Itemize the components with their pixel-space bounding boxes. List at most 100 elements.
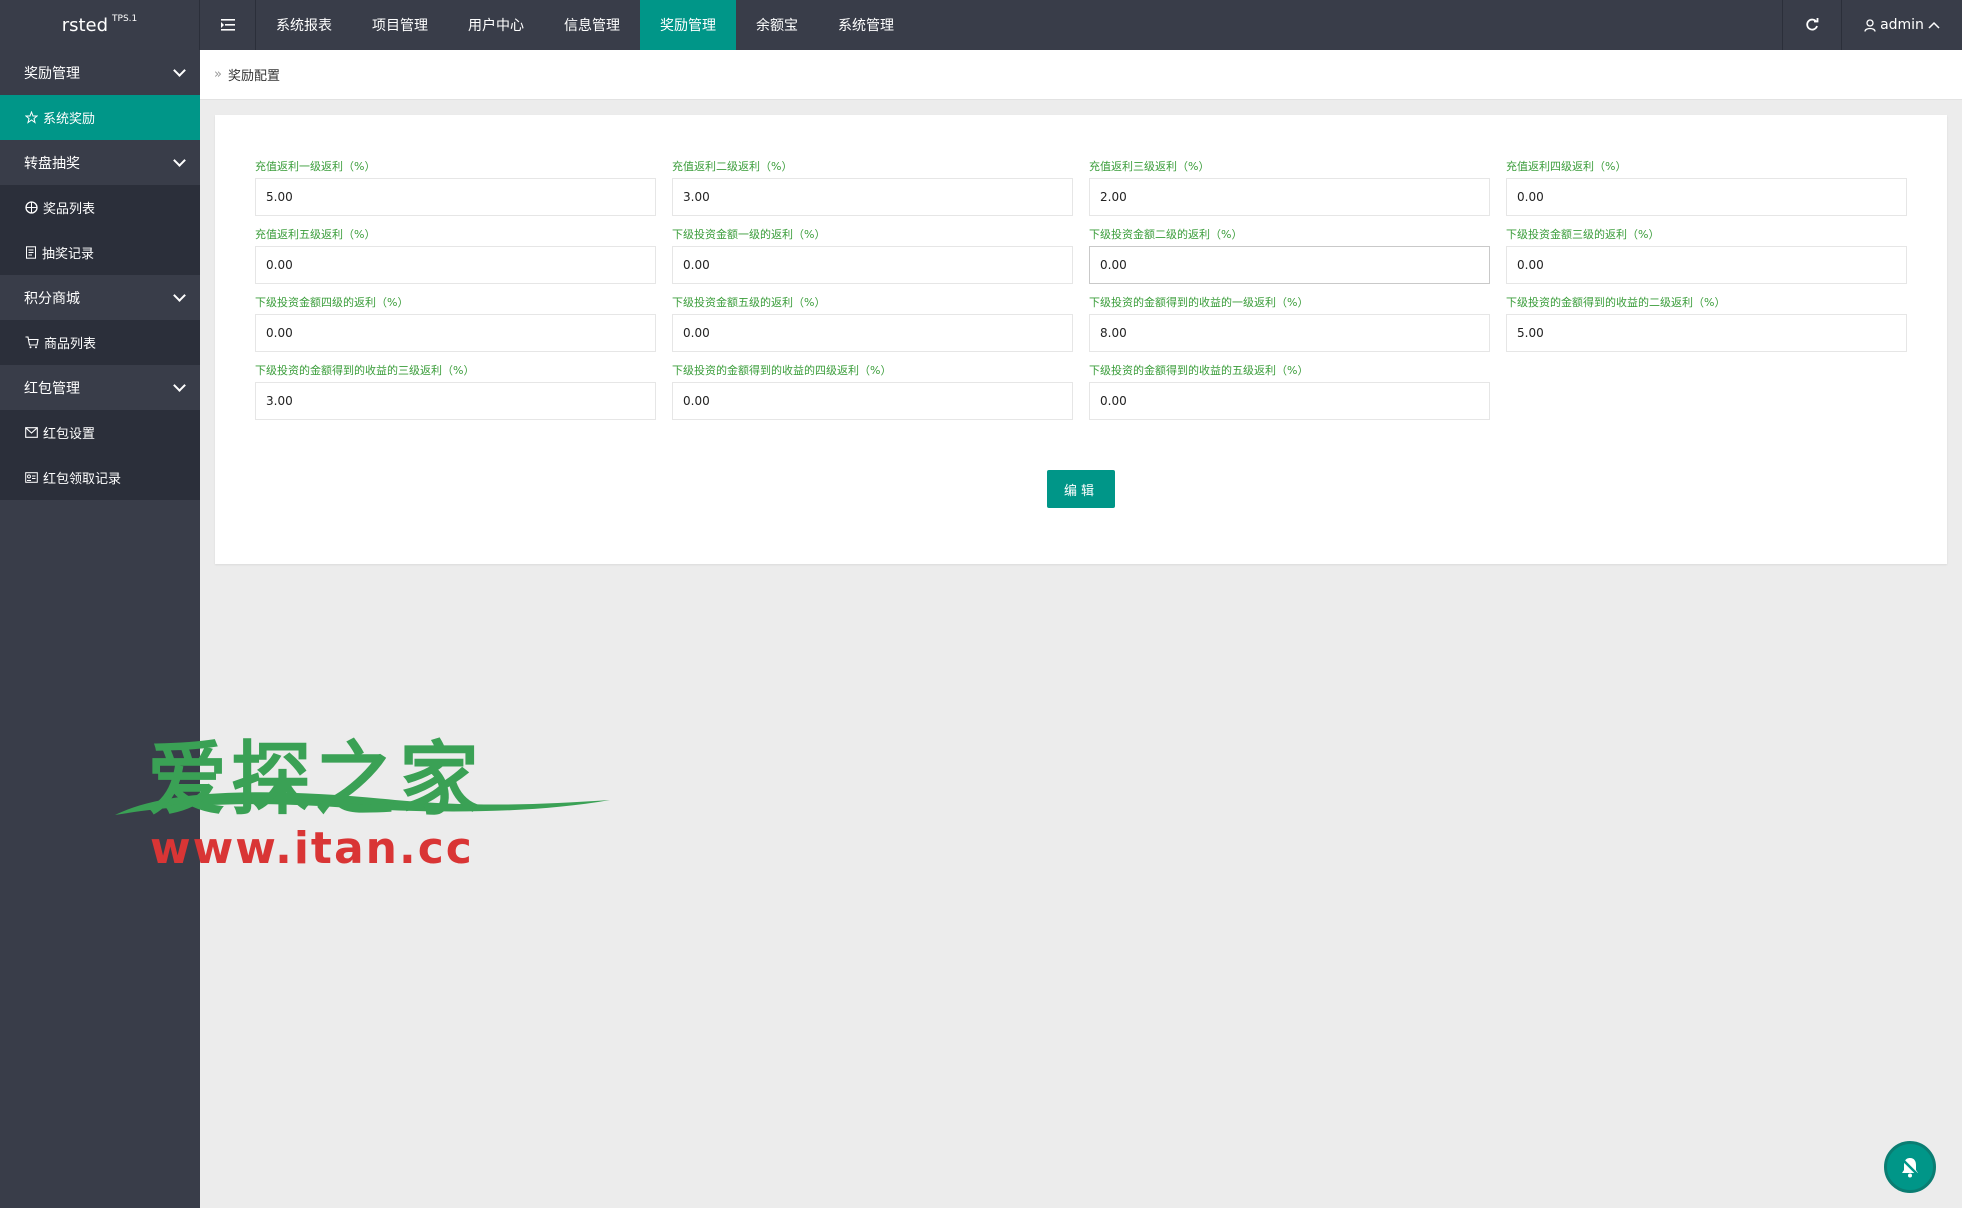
breadcrumb-current[interactable]: 奖励配置 [228,65,280,84]
field-label: 下级投资金额二级的返利（%） [1089,228,1243,241]
form-field: 充值返利五级返利（%） [255,227,656,284]
field-label: 充值返利四级返利（%） [1506,160,1627,173]
logo-text: rsted [61,14,109,36]
sidebar-item-red-packet-records[interactable]: 红包领取记录 [0,455,200,500]
field-label: 充值返利一级返利（%） [255,160,376,173]
nav-item-system[interactable]: 系统管理 [818,0,914,50]
watermark: 爱探之家 www.itan.cc [95,715,615,875]
user-icon [1864,18,1876,32]
nav-item-label: 信息管理 [564,18,620,34]
sidebar-group-lottery[interactable]: 转盘抽奖 [0,140,200,185]
income-rebate-level4-input[interactable] [672,382,1073,420]
chevron-down-icon [173,153,186,167]
recharge-rebate-level1-input[interactable] [255,178,656,216]
refresh-icon[interactable] [1782,0,1842,50]
field-label: 充值返利二级返利（%） [672,160,793,173]
sidebar-group-red-packet[interactable]: 红包管理 [0,365,200,410]
card-icon [25,472,38,483]
invest-rebate-level2-input[interactable] [1089,246,1490,284]
form-field: 充值返利四级返利（%） [1506,159,1907,216]
top-bar: rsted TPS.1 系统报表 项目管理 用户中心 信息管理 奖励管理 余额宝 … [0,0,1962,50]
field-label: 下级投资金额一级的返利（%） [672,228,826,241]
sidebar-group-label: 积分商城 [24,290,80,307]
form-field: 下级投资金额二级的返利（%） [1089,227,1490,284]
reward-config-form: 充值返利一级返利（%） 充值返利二级返利（%） 充值返利三级返利（%） 充值返利… [255,159,1907,420]
sidebar-item-system-reward[interactable]: 系统奖励 [0,95,200,140]
sidebar-group-points-mall[interactable]: 积分商城 [0,275,200,320]
sidebar-item-lottery-records[interactable]: 抽奖记录 [0,230,200,275]
sidebar-item-red-packet-settings[interactable]: 红包设置 [0,410,200,455]
envelope-icon [25,427,38,438]
nav-item-label: 系统管理 [838,18,894,34]
form-field: 下级投资金额一级的返利（%） [672,227,1073,284]
nav-item-label: 用户中心 [468,18,524,34]
sidebar-group-rewards[interactable]: 奖励管理 [0,50,200,95]
logo-version: TPS.1 [112,14,138,24]
nav-item-info[interactable]: 信息管理 [544,0,640,50]
recharge-rebate-level2-input[interactable] [672,178,1073,216]
nav-item-projects[interactable]: 项目管理 [352,0,448,50]
sidebar-group-label: 转盘抽奖 [24,155,80,172]
invest-rebate-level4-input[interactable] [255,314,656,352]
field-label: 下级投资的金额得到的收益的五级返利（%） [1089,364,1309,377]
recharge-rebate-level3-input[interactable] [1089,178,1490,216]
income-rebate-level3-input[interactable] [255,382,656,420]
sidebar-group-label: 红包管理 [24,380,80,397]
nav-item-label: 系统报表 [276,18,332,34]
double-chevron-right-icon: » [214,67,222,82]
field-label: 下级投资的金额得到的收益的一级返利（%） [1089,296,1309,309]
star-icon [25,111,38,124]
cart-icon [25,336,39,349]
form-field: 充值返利一级返利（%） [255,159,656,216]
field-label: 下级投资金额四级的返利（%） [255,296,409,309]
sidebar-item-label: 商品列表 [44,337,97,352]
document-icon [26,246,36,259]
globe-icon [25,201,38,214]
nav-item-reports[interactable]: 系统报表 [256,0,352,50]
user-name: admin [1880,17,1924,33]
form-field: 下级投资的金额得到的收益的五级返利（%） [1089,363,1490,420]
watermark-chinese: 爱探之家 [147,733,483,826]
nav-item-users[interactable]: 用户中心 [448,0,544,50]
nav-item-label: 项目管理 [372,18,428,34]
breadcrumb: » 奖励配置 [200,50,1962,100]
top-nav: 系统报表 项目管理 用户中心 信息管理 奖励管理 余额宝 系统管理 [256,0,914,50]
field-label: 充值返利三级返利（%） [1089,160,1210,173]
menu-toggle-icon[interactable] [200,0,256,50]
sidebar-item-label: 奖品列表 [43,202,96,217]
app-logo[interactable]: rsted TPS.1 [0,0,200,50]
form-field: 下级投资金额四级的返利（%） [255,295,656,352]
chevron-up-icon [1928,21,1940,29]
sidebar-item-prize-list[interactable]: 奖品列表 [0,185,200,230]
nav-item-rewards[interactable]: 奖励管理 [640,0,736,50]
nav-item-yuebao[interactable]: 余额宝 [736,0,818,50]
sidebar-item-label: 红包领取记录 [43,472,122,487]
reward-config-card: 充值返利一级返利（%） 充值返利二级返利（%） 充值返利三级返利（%） 充值返利… [215,115,1947,564]
form-field: 下级投资金额三级的返利（%） [1506,227,1907,284]
invest-rebate-level3-input[interactable] [1506,246,1907,284]
form-field: 下级投资的金额得到的收益的二级返利（%） [1506,295,1907,352]
sidebar-group-label: 奖励管理 [24,65,80,82]
sidebar-item-label: 抽奖记录 [42,247,95,262]
invest-rebate-level5-input[interactable] [672,314,1073,352]
chevron-down-icon [173,378,186,392]
income-rebate-level5-input[interactable] [1089,382,1490,420]
form-field: 充值返利二级返利（%） [672,159,1073,216]
field-label: 充值返利五级返利（%） [255,228,376,241]
income-rebate-level1-input[interactable] [1089,314,1490,352]
notification-off-icon[interactable] [1884,1141,1936,1193]
form-field: 下级投资金额五级的返利（%） [672,295,1073,352]
chevron-down-icon [173,63,186,77]
invest-rebate-level1-input[interactable] [672,246,1073,284]
recharge-rebate-level5-input[interactable] [255,246,656,284]
nav-item-label: 余额宝 [756,18,798,34]
edit-button[interactable]: 编辑 [1047,470,1115,508]
form-field: 下级投资的金额得到的收益的四级返利（%） [672,363,1073,420]
nav-item-label: 奖励管理 [660,18,716,34]
form-field: 下级投资的金额得到的收益的一级返利（%） [1089,295,1490,352]
sidebar-item-product-list[interactable]: 商品列表 [0,320,200,365]
user-menu[interactable]: admin [1842,0,1962,50]
income-rebate-level2-input[interactable] [1506,314,1907,352]
sidebar-item-label: 系统奖励 [43,112,96,127]
recharge-rebate-level4-input[interactable] [1506,178,1907,216]
